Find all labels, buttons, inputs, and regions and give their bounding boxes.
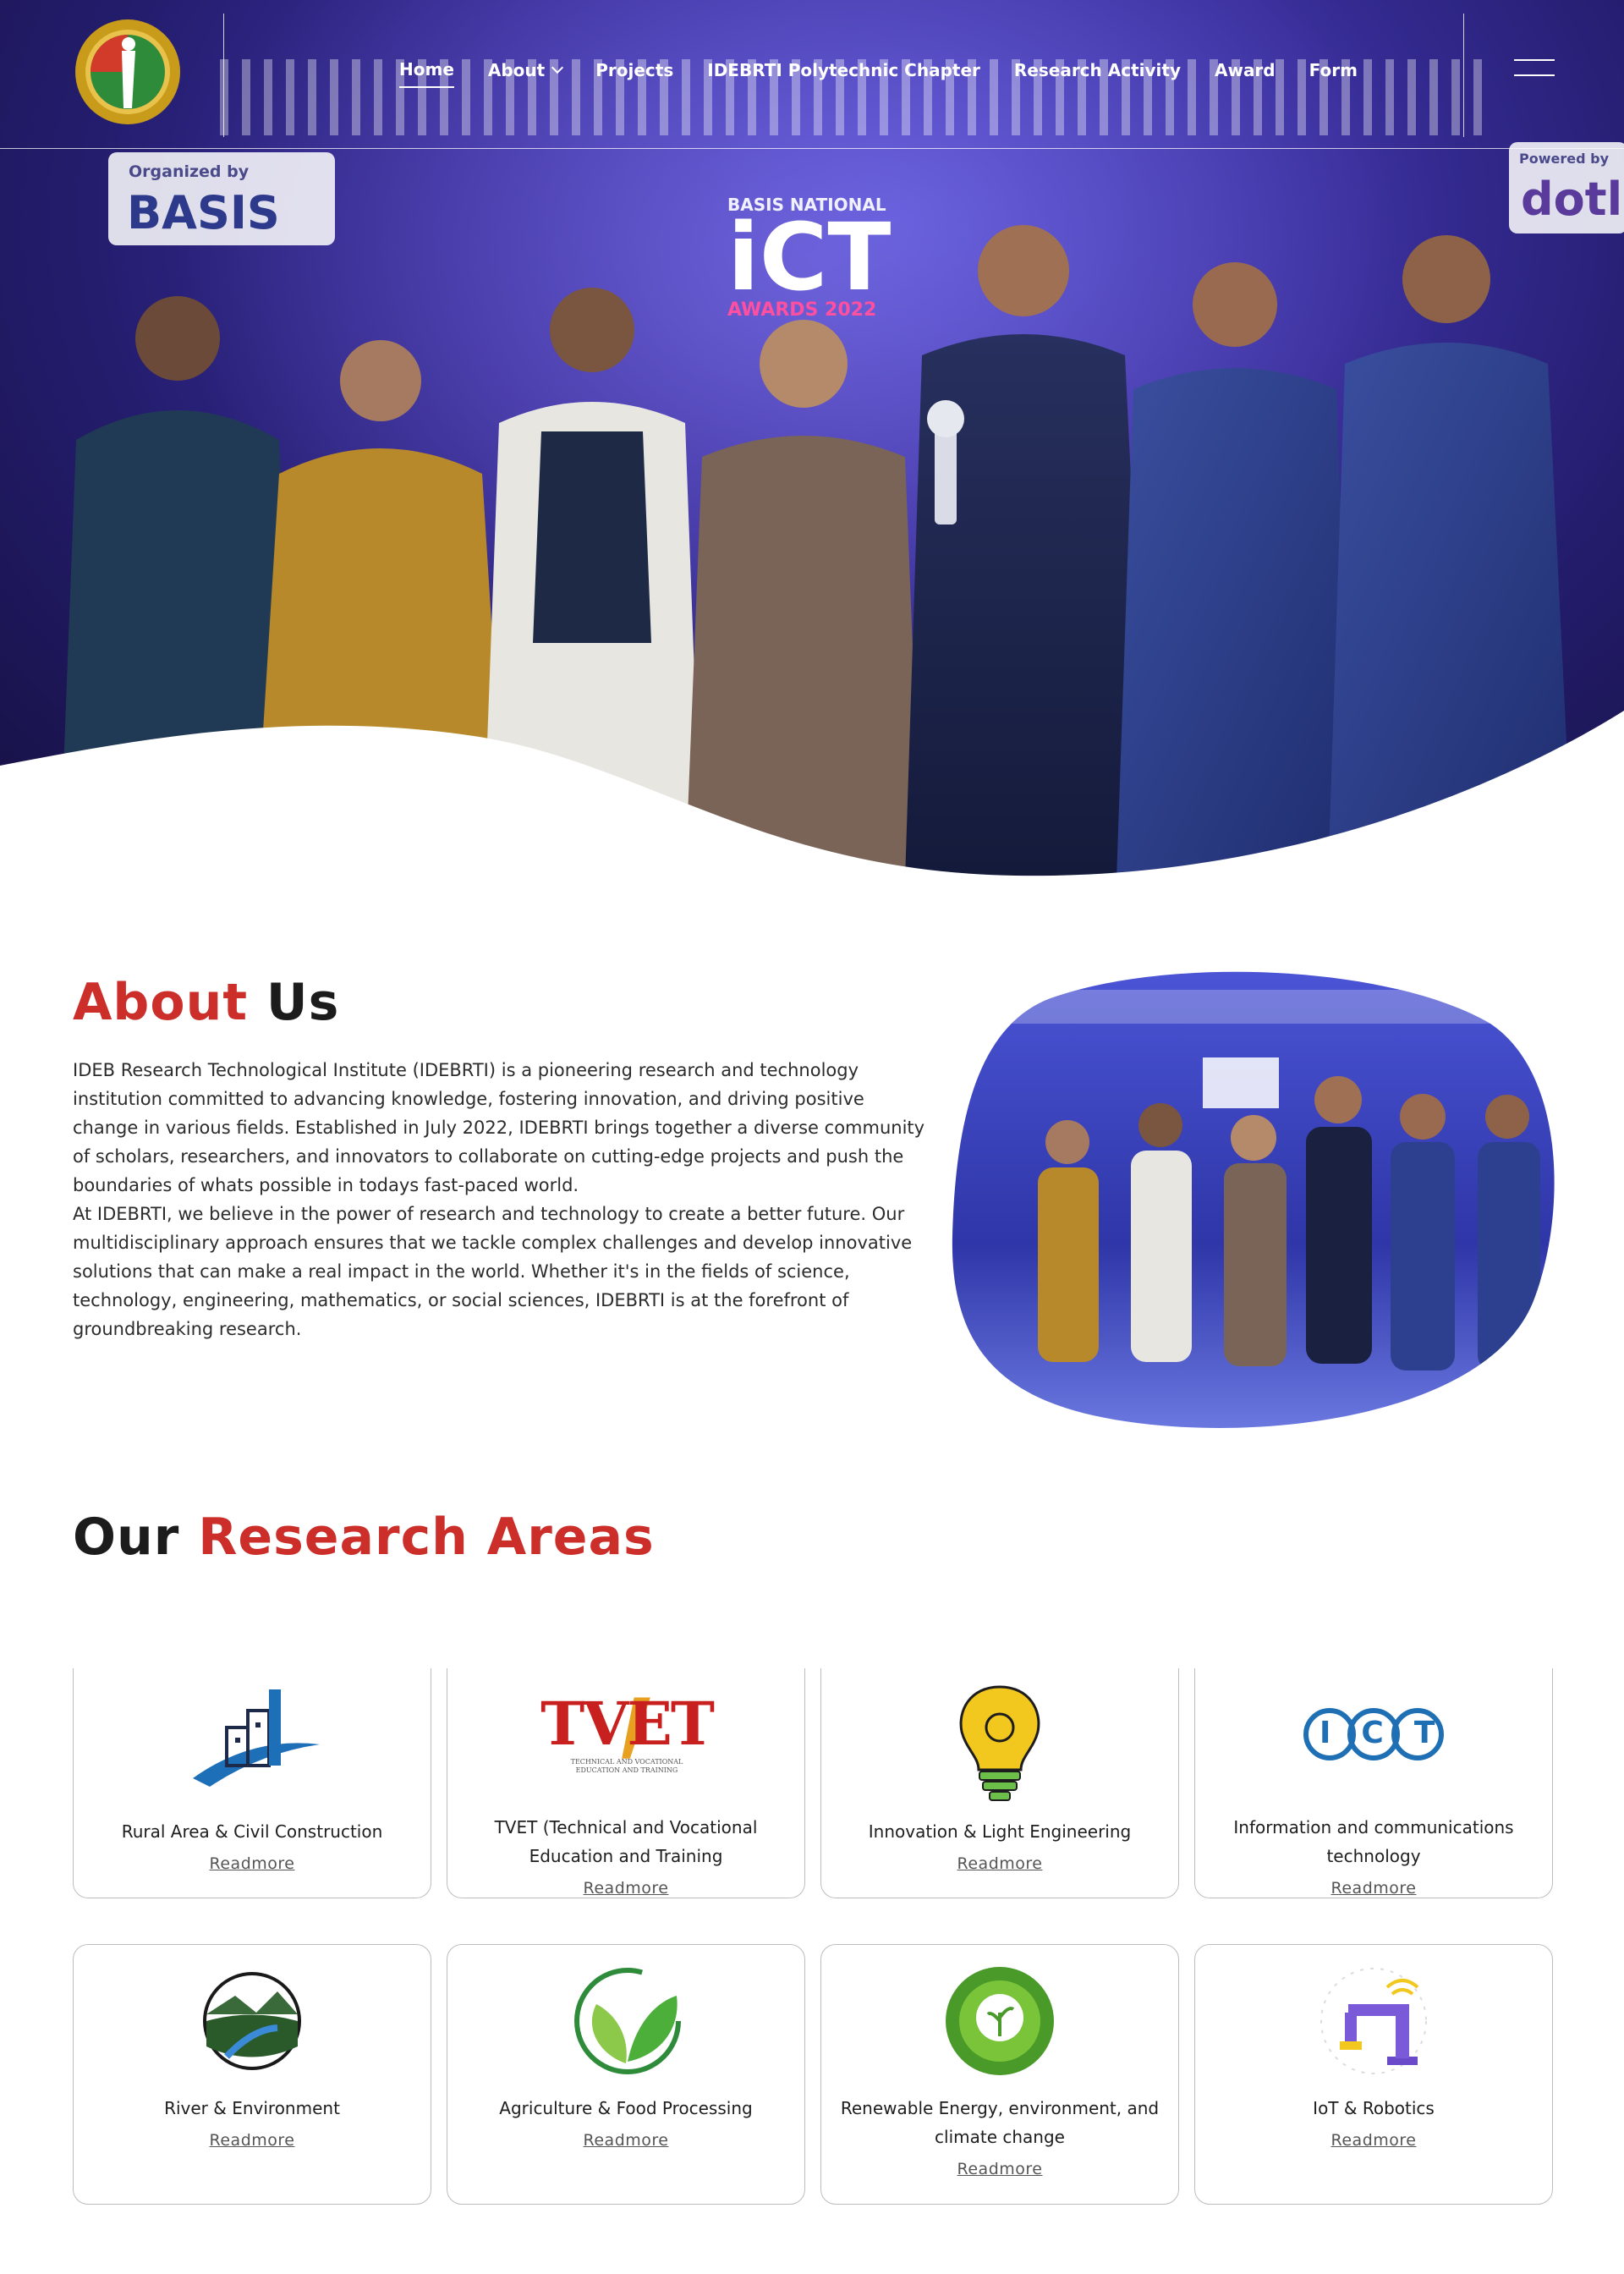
main-navigation: Home About Projects IDEBRTI Polytechnic … [399,59,1391,88]
nav-form[interactable]: Form [1309,59,1358,88]
research-heading: Our Research Areas [73,1508,655,1567]
research-card-iot[interactable]: IoT & Robotics Readmore [1194,1944,1553,2205]
research-card-tvet[interactable]: TVET TECHNICAL AND VOCATIONAL EDUCATION … [447,1668,805,1898]
nav-award[interactable]: Award [1215,59,1276,88]
robot-arm-icon [1320,1968,1427,2074]
nav-about-label: About [487,60,546,80]
about-photo [952,971,1555,1429]
about-heading-rest: Us [266,973,340,1032]
card-title: River & Environment [164,2098,340,2118]
research-card-agriculture[interactable]: Agriculture & Food Processing Readmore [447,1944,805,2205]
readmore-link[interactable]: Readmore [1331,1879,1417,1898]
research-card-innovation[interactable]: Innovation & Light Engineering Readmore [820,1668,1179,1898]
readmore-link[interactable]: Readmore [584,2131,669,2150]
research-heading-accent: Research Areas [198,1508,655,1567]
about-heading-accent: About [73,973,249,1032]
nav-projects-label: Projects [595,60,674,80]
about-description: IDEB Research Technological Institute (I… [73,1056,927,1343]
research-card-river[interactable]: River & Environment Readmore [73,1944,431,2205]
card-title: Information and communications technolog… [1233,1817,1514,1866]
research-card-ict[interactable]: ICT Information and communications techn… [1194,1668,1553,1898]
nav-award-label: Award [1214,60,1276,80]
chevron-down-icon [551,61,564,74]
nav-polytechnic-chapter[interactable]: IDEBRTI Polytechnic Chapter [707,59,980,88]
card-title: Rural Area & Civil Construction [121,1821,383,1842]
nav-polytechnic-label: IDEBRTI Polytechnic Chapter [707,60,980,80]
readmore-link[interactable]: Readmore [957,1854,1043,1873]
research-card-renewable[interactable]: Renewable Energy, environment, and clima… [820,1944,1179,2205]
card-title: TVET (Technical and Vocational Education… [494,1817,758,1866]
header-divider-right [1463,14,1464,137]
nav-home-label: Home [399,59,454,80]
card-title: Innovation & Light Engineering [868,1821,1132,1842]
menu-icon[interactable] [1514,59,1555,78]
card-title: Renewable Energy, environment, and clima… [840,2098,1160,2147]
readmore-link[interactable]: Readmore [210,1854,295,1873]
site-header: Home About Projects IDEBRTI Polytechnic … [0,0,1624,149]
research-heading-rest: Our [73,1508,180,1567]
nav-projects[interactable]: Projects [595,59,673,88]
card-title: Agriculture & Food Processing [499,2098,753,2118]
about-paragraph-1: IDEB Research Technological Institute (I… [73,1060,925,1195]
hero-section: Organized by BASIS Powered by dotl BASIS… [0,0,1624,880]
site-logo[interactable] [73,17,183,127]
nav-home[interactable]: Home [399,59,454,88]
readmore-link[interactable]: Readmore [957,2160,1043,2178]
about-paragraph-2: At IDEBRTI, we believe in the power of r… [73,1204,913,1339]
building-icon [193,1689,320,1787]
about-heading: About Us [73,973,339,1032]
tvet-logo-text: TVET [540,1689,715,1759]
tvet-logo-subtext: TECHNICAL AND VOCATIONAL EDUCATION AND T… [570,1758,683,1774]
river-icon [203,1972,301,2070]
readmore-link[interactable]: Readmore [1331,2131,1417,2150]
readmore-link[interactable]: Readmore [210,2131,295,2150]
research-card-rural[interactable]: Rural Area & Civil Construction Readmore [73,1668,431,1898]
nav-form-label: Form [1309,60,1358,80]
leaf-icon [574,1968,681,2074]
card-title: IoT & Robotics [1313,2098,1435,2118]
header-divider-left [223,14,224,137]
eco-globe-icon [946,1967,1054,2075]
nav-research-activity[interactable]: Research Activity [1014,59,1181,88]
ict-logo-text: ICT [1320,1716,1466,1750]
nav-about[interactable]: About [487,59,564,88]
readmore-link[interactable]: Readmore [584,1879,669,1898]
lightbulb-icon [959,1685,1040,1801]
ict-icon: ICT [1298,1685,1450,1799]
tvet-logo-text-wrap: TVET TECHNICAL AND VOCATIONAL EDUCATION … [447,1690,806,1775]
nav-research-label: Research Activity [1013,60,1181,80]
